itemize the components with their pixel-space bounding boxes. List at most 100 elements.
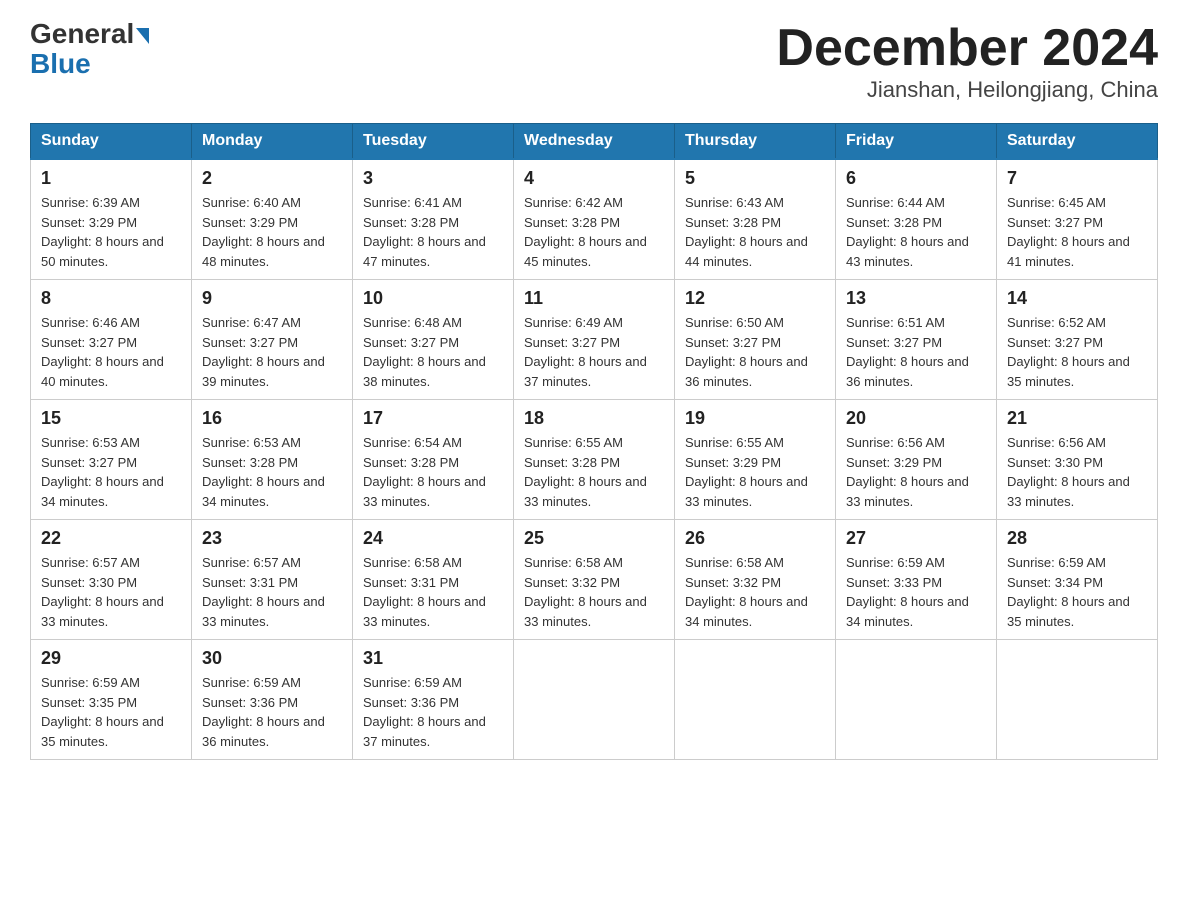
- day-info: Sunrise: 6:57 AM Sunset: 3:31 PM Dayligh…: [202, 553, 342, 631]
- calendar-header: SundayMondayTuesdayWednesdayThursdayFrid…: [31, 124, 1158, 160]
- logo: General Blue: [30, 20, 149, 80]
- day-number: 12: [685, 288, 825, 309]
- calendar-cell: 6 Sunrise: 6:44 AM Sunset: 3:28 PM Dayli…: [836, 159, 997, 280]
- day-info: Sunrise: 6:58 AM Sunset: 3:32 PM Dayligh…: [524, 553, 664, 631]
- calendar-cell: 30 Sunrise: 6:59 AM Sunset: 3:36 PM Dayl…: [192, 640, 353, 760]
- day-info: Sunrise: 6:49 AM Sunset: 3:27 PM Dayligh…: [524, 313, 664, 391]
- day-number: 24: [363, 528, 503, 549]
- weekday-header-tuesday: Tuesday: [353, 124, 514, 160]
- day-number: 9: [202, 288, 342, 309]
- calendar-cell: 21 Sunrise: 6:56 AM Sunset: 3:30 PM Dayl…: [997, 400, 1158, 520]
- day-number: 18: [524, 408, 664, 429]
- day-number: 25: [524, 528, 664, 549]
- day-number: 26: [685, 528, 825, 549]
- day-info: Sunrise: 6:40 AM Sunset: 3:29 PM Dayligh…: [202, 193, 342, 271]
- calendar-title: December 2024: [776, 20, 1158, 77]
- day-number: 4: [524, 168, 664, 189]
- day-info: Sunrise: 6:57 AM Sunset: 3:30 PM Dayligh…: [41, 553, 181, 631]
- day-info: Sunrise: 6:42 AM Sunset: 3:28 PM Dayligh…: [524, 193, 664, 271]
- day-info: Sunrise: 6:55 AM Sunset: 3:28 PM Dayligh…: [524, 433, 664, 511]
- calendar-cell: 1 Sunrise: 6:39 AM Sunset: 3:29 PM Dayli…: [31, 159, 192, 280]
- day-number: 15: [41, 408, 181, 429]
- calendar-cell: [514, 640, 675, 760]
- weekday-header-sunday: Sunday: [31, 124, 192, 160]
- day-info: Sunrise: 6:59 AM Sunset: 3:34 PM Dayligh…: [1007, 553, 1147, 631]
- day-info: Sunrise: 6:53 AM Sunset: 3:28 PM Dayligh…: [202, 433, 342, 511]
- day-number: 6: [846, 168, 986, 189]
- day-number: 23: [202, 528, 342, 549]
- day-info: Sunrise: 6:47 AM Sunset: 3:27 PM Dayligh…: [202, 313, 342, 391]
- day-info: Sunrise: 6:53 AM Sunset: 3:27 PM Dayligh…: [41, 433, 181, 511]
- day-info: Sunrise: 6:46 AM Sunset: 3:27 PM Dayligh…: [41, 313, 181, 391]
- calendar-cell: 20 Sunrise: 6:56 AM Sunset: 3:29 PM Dayl…: [836, 400, 997, 520]
- day-number: 16: [202, 408, 342, 429]
- calendar-cell: 24 Sunrise: 6:58 AM Sunset: 3:31 PM Dayl…: [353, 520, 514, 640]
- logo-text-line1: General: [30, 20, 149, 48]
- weekday-header-wednesday: Wednesday: [514, 124, 675, 160]
- calendar-cell: [997, 640, 1158, 760]
- day-info: Sunrise: 6:59 AM Sunset: 3:36 PM Dayligh…: [202, 673, 342, 751]
- day-number: 21: [1007, 408, 1147, 429]
- weekday-header-monday: Monday: [192, 124, 353, 160]
- day-info: Sunrise: 6:52 AM Sunset: 3:27 PM Dayligh…: [1007, 313, 1147, 391]
- calendar-table: SundayMondayTuesdayWednesdayThursdayFrid…: [30, 123, 1158, 760]
- day-info: Sunrise: 6:51 AM Sunset: 3:27 PM Dayligh…: [846, 313, 986, 391]
- calendar-week-row: 29 Sunrise: 6:59 AM Sunset: 3:35 PM Dayl…: [31, 640, 1158, 760]
- calendar-cell: 19 Sunrise: 6:55 AM Sunset: 3:29 PM Dayl…: [675, 400, 836, 520]
- day-number: 19: [685, 408, 825, 429]
- day-info: Sunrise: 6:59 AM Sunset: 3:33 PM Dayligh…: [846, 553, 986, 631]
- calendar-cell: 8 Sunrise: 6:46 AM Sunset: 3:27 PM Dayli…: [31, 280, 192, 400]
- calendar-cell: [836, 640, 997, 760]
- calendar-cell: 9 Sunrise: 6:47 AM Sunset: 3:27 PM Dayli…: [192, 280, 353, 400]
- calendar-cell: 26 Sunrise: 6:58 AM Sunset: 3:32 PM Dayl…: [675, 520, 836, 640]
- day-info: Sunrise: 6:56 AM Sunset: 3:30 PM Dayligh…: [1007, 433, 1147, 511]
- day-number: 27: [846, 528, 986, 549]
- calendar-week-row: 8 Sunrise: 6:46 AM Sunset: 3:27 PM Dayli…: [31, 280, 1158, 400]
- day-info: Sunrise: 6:56 AM Sunset: 3:29 PM Dayligh…: [846, 433, 986, 511]
- day-number: 13: [846, 288, 986, 309]
- calendar-cell: 15 Sunrise: 6:53 AM Sunset: 3:27 PM Dayl…: [31, 400, 192, 520]
- calendar-cell: 18 Sunrise: 6:55 AM Sunset: 3:28 PM Dayl…: [514, 400, 675, 520]
- calendar-cell: 16 Sunrise: 6:53 AM Sunset: 3:28 PM Dayl…: [192, 400, 353, 520]
- calendar-cell: [675, 640, 836, 760]
- day-number: 30: [202, 648, 342, 669]
- day-number: 2: [202, 168, 342, 189]
- calendar-cell: 29 Sunrise: 6:59 AM Sunset: 3:35 PM Dayl…: [31, 640, 192, 760]
- day-info: Sunrise: 6:48 AM Sunset: 3:27 PM Dayligh…: [363, 313, 503, 391]
- calendar-cell: 2 Sunrise: 6:40 AM Sunset: 3:29 PM Dayli…: [192, 159, 353, 280]
- day-info: Sunrise: 6:55 AM Sunset: 3:29 PM Dayligh…: [685, 433, 825, 511]
- day-number: 7: [1007, 168, 1147, 189]
- calendar-cell: 5 Sunrise: 6:43 AM Sunset: 3:28 PM Dayli…: [675, 159, 836, 280]
- calendar-cell: 4 Sunrise: 6:42 AM Sunset: 3:28 PM Dayli…: [514, 159, 675, 280]
- day-info: Sunrise: 6:58 AM Sunset: 3:32 PM Dayligh…: [685, 553, 825, 631]
- day-number: 17: [363, 408, 503, 429]
- day-info: Sunrise: 6:58 AM Sunset: 3:31 PM Dayligh…: [363, 553, 503, 631]
- calendar-cell: 22 Sunrise: 6:57 AM Sunset: 3:30 PM Dayl…: [31, 520, 192, 640]
- calendar-cell: 25 Sunrise: 6:58 AM Sunset: 3:32 PM Dayl…: [514, 520, 675, 640]
- calendar-cell: 3 Sunrise: 6:41 AM Sunset: 3:28 PM Dayli…: [353, 159, 514, 280]
- calendar-cell: 7 Sunrise: 6:45 AM Sunset: 3:27 PM Dayli…: [997, 159, 1158, 280]
- day-info: Sunrise: 6:59 AM Sunset: 3:35 PM Dayligh…: [41, 673, 181, 751]
- day-info: Sunrise: 6:50 AM Sunset: 3:27 PM Dayligh…: [685, 313, 825, 391]
- day-number: 11: [524, 288, 664, 309]
- day-number: 29: [41, 648, 181, 669]
- calendar-cell: 28 Sunrise: 6:59 AM Sunset: 3:34 PM Dayl…: [997, 520, 1158, 640]
- weekday-header-friday: Friday: [836, 124, 997, 160]
- day-info: Sunrise: 6:41 AM Sunset: 3:28 PM Dayligh…: [363, 193, 503, 271]
- calendar-cell: 10 Sunrise: 6:48 AM Sunset: 3:27 PM Dayl…: [353, 280, 514, 400]
- calendar-cell: 14 Sunrise: 6:52 AM Sunset: 3:27 PM Dayl…: [997, 280, 1158, 400]
- day-number: 8: [41, 288, 181, 309]
- calendar-cell: 31 Sunrise: 6:59 AM Sunset: 3:36 PM Dayl…: [353, 640, 514, 760]
- calendar-cell: 27 Sunrise: 6:59 AM Sunset: 3:33 PM Dayl…: [836, 520, 997, 640]
- weekday-header-saturday: Saturday: [997, 124, 1158, 160]
- calendar-week-row: 1 Sunrise: 6:39 AM Sunset: 3:29 PM Dayli…: [31, 159, 1158, 280]
- page-header: General Blue December 2024 Jianshan, Hei…: [30, 20, 1158, 103]
- calendar-cell: 17 Sunrise: 6:54 AM Sunset: 3:28 PM Dayl…: [353, 400, 514, 520]
- weekday-header-row: SundayMondayTuesdayWednesdayThursdayFrid…: [31, 124, 1158, 160]
- day-number: 1: [41, 168, 181, 189]
- day-number: 14: [1007, 288, 1147, 309]
- day-number: 20: [846, 408, 986, 429]
- calendar-week-row: 22 Sunrise: 6:57 AM Sunset: 3:30 PM Dayl…: [31, 520, 1158, 640]
- day-info: Sunrise: 6:39 AM Sunset: 3:29 PM Dayligh…: [41, 193, 181, 271]
- day-info: Sunrise: 6:54 AM Sunset: 3:28 PM Dayligh…: [363, 433, 503, 511]
